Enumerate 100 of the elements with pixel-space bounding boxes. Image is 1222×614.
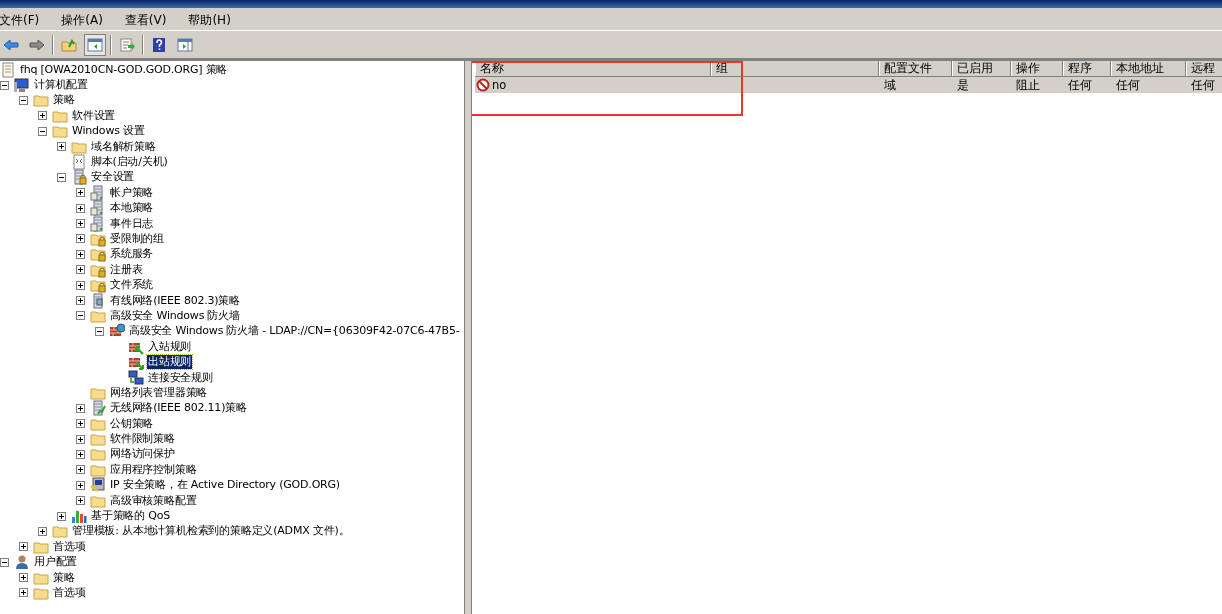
tree-item[interactable]: fhq [OWA2010CN-GOD.GOD.ORG] 策略 [19,62,229,77]
tree-item[interactable]: 首选项 [52,539,87,554]
server-icon [90,200,106,217]
collapse-icon[interactable] [38,126,47,136]
tree-item[interactable]: 首选项 [52,585,87,600]
collapse-icon[interactable] [76,311,85,321]
column-header[interactable]: 操作 [1011,61,1063,76]
table-cell: 阻止 [1016,77,1040,93]
tree-item[interactable]: 本地策略 [109,201,155,216]
column-header[interactable]: 本地地址 [1111,61,1186,76]
script-icon [71,154,87,171]
blocked-icon [476,78,490,92]
table-cell: 任何 [1191,77,1215,93]
tree-item[interactable]: 高级安全 Windows 防火墙 [109,308,241,323]
tree-item[interactable]: 系统服务 [109,247,155,262]
expand-icon[interactable] [76,219,85,229]
tree-item[interactable]: 注册表 [109,262,144,277]
column-header[interactable]: 组 [711,61,879,76]
tree-item[interactable]: 文件系统 [109,278,155,293]
tree-item[interactable]: 安全设置 [90,170,136,185]
tree-item[interactable]: 应用程序控制策略 [109,462,198,477]
expand-icon[interactable] [76,434,85,444]
locked-folder-icon [90,277,106,294]
collapse-icon[interactable] [57,172,66,182]
tree-item[interactable]: 软件限制策略 [109,432,176,447]
tree-item[interactable]: 帐户策略 [109,185,155,200]
tree-item[interactable]: 公钥策略 [109,416,155,431]
tree-item[interactable]: 事件日志 [109,216,155,231]
table-cell: 是 [957,77,969,93]
expand-icon[interactable] [76,403,85,413]
locked-folder-icon [90,246,106,263]
tree-item[interactable]: 管理模板: 从本地计算机检索到的策略定义(ADMX 文件)。 [71,524,351,539]
menu-item[interactable]: 查看(V) [124,11,176,29]
folder-icon [52,123,68,140]
expand-icon[interactable] [19,588,28,598]
tree-item[interactable]: 无线网络(IEEE 802.11)策略 [109,401,248,416]
collapse-icon[interactable] [0,80,9,90]
tree-item[interactable]: 基于策略的 QoS [90,509,172,523]
tree-item[interactable]: 入站规则 [147,339,193,354]
expand-icon[interactable] [76,296,85,306]
expand-icon[interactable] [76,265,85,275]
tree-item[interactable]: 有线网络(IEEE 802.3)策略 [109,293,242,308]
tree-item[interactable]: 出站规则 [147,355,193,370]
expand-icon[interactable] [76,419,85,429]
folder-icon [52,523,68,540]
folder-icon [90,446,106,463]
column-header[interactable]: 配置文件 [879,61,952,76]
expand-icon[interactable] [19,542,28,552]
tree-item[interactable]: 连接安全规则 [147,370,214,385]
expand-icon[interactable] [57,511,66,521]
table-row[interactable]: no 域 是 阻止 任何 任何 任何 [475,77,1222,93]
action-pane-icon [177,36,193,53]
tree-item[interactable]: 高级审核策略配置 [109,493,198,508]
expand-icon[interactable] [57,142,66,152]
menu-item[interactable]: 帮助(H) [188,11,240,29]
collapse-icon[interactable] [0,557,9,567]
folder-icon [33,92,49,109]
expand-icon[interactable] [19,573,28,583]
locked-folder-icon [90,231,106,247]
expand-icon[interactable] [76,496,85,506]
tree-item[interactable]: Windows 设置 [71,124,146,139]
pane-splitter[interactable] [464,61,471,614]
tree-item[interactable]: 用户配置 [33,555,79,570]
expand-icon[interactable] [76,188,85,198]
bar-graph-icon [71,508,87,525]
forward-arrow-icon [29,36,45,53]
expand-icon[interactable] [76,480,85,490]
tree-item[interactable]: 软件设置 [71,108,117,123]
tree-item[interactable]: IP 安全策略，在 Active Directory (GOD.ORG) [109,478,341,493]
expand-icon[interactable] [38,111,47,121]
tree-pane-button[interactable] [84,33,106,56]
tree-item[interactable]: 网络访问保护 [109,447,176,462]
tree-item[interactable]: 高级安全 Windows 防火墙 - LDAP://CN={06309F42-07C6-47B5- [128,324,461,339]
tree-item[interactable]: 受限制的组 [109,232,165,246]
column-header[interactable]: 已启用 [952,61,1011,76]
tree-item[interactable]: 计算机配置 [33,78,89,93]
expand-icon[interactable] [38,526,47,536]
collapse-icon[interactable] [95,326,104,336]
table-cell: 任何 [1116,77,1140,93]
collapse-icon[interactable] [19,95,28,105]
column-header[interactable]: 远程 [1186,61,1222,76]
tree-item[interactable]: 策略 [52,570,76,585]
expand-icon[interactable] [76,465,85,475]
export-list-icon [119,36,135,53]
expand-icon[interactable] [76,280,85,290]
tree-item[interactable]: 域名解析策略 [90,139,157,154]
expand-icon[interactable] [76,203,85,213]
expand-icon[interactable] [76,449,85,459]
column-header[interactable]: 程序 [1063,61,1111,76]
tree-item[interactable]: 策略 [52,93,76,108]
computers-icon [128,369,144,386]
expand-icon[interactable] [76,249,85,259]
tree-item[interactable]: 网络列表管理器策略 [109,385,209,400]
menu-item[interactable]: 操作(A) [61,11,112,29]
tree-item[interactable]: 脚本(启动/关机) [90,155,169,170]
menu-item[interactable]: 文件(F) [0,11,49,29]
security-computer-icon [90,477,106,494]
expand-icon[interactable] [76,234,85,244]
server-icon [90,215,106,232]
computer-icon [14,77,30,94]
